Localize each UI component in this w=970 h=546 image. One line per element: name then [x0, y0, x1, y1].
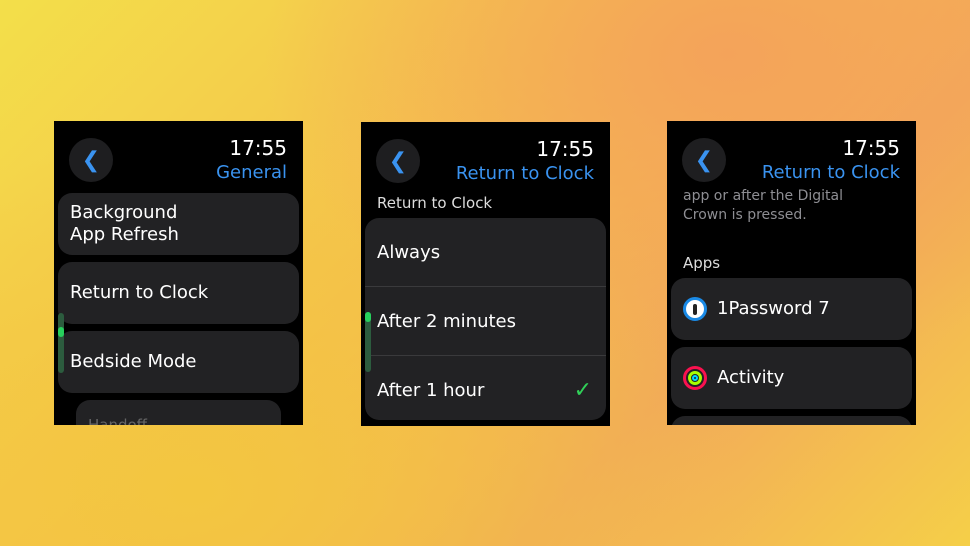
- chevron-left-icon: ❮: [388, 148, 408, 174]
- checkmark-icon: ✓: [573, 378, 592, 403]
- list-item-background-app-refresh[interactable]: Background App Refresh: [58, 193, 299, 255]
- app-item-1password[interactable]: 1Password 7: [671, 278, 912, 340]
- clock-time: 17:55: [536, 137, 594, 161]
- watch-screen-return-to-clock: ❮ 17:55 Return to Clock Return to Clock …: [361, 122, 610, 426]
- app-item-next[interactable]: [671, 416, 912, 425]
- list-item-return-to-clock[interactable]: Return to Clock: [58, 262, 299, 324]
- option-label: After 2 minutes: [377, 310, 516, 332]
- back-button[interactable]: ❮: [376, 139, 420, 183]
- option-after-2-minutes[interactable]: After 2 minutes: [365, 287, 606, 356]
- app-label: Activity: [717, 366, 785, 388]
- watch-screen-general: ❮ 17:55 General Background App Refresh R…: [54, 121, 303, 425]
- back-button[interactable]: ❮: [69, 138, 113, 182]
- option-label: After 1 hour: [377, 380, 485, 401]
- options-list: Always After 2 minutes After 1 hour ✓: [365, 218, 606, 420]
- app-item-activity[interactable]: Activity: [671, 347, 912, 409]
- section-header: Return to Clock: [377, 194, 493, 212]
- scroll-indicator: [58, 313, 64, 373]
- chevron-left-icon: ❮: [81, 147, 101, 173]
- option-after-1-hour[interactable]: After 1 hour ✓: [365, 356, 606, 420]
- activity-rings-icon: [683, 366, 707, 390]
- page-title: General: [216, 162, 287, 183]
- list-item-bedside-mode[interactable]: Bedside Mode: [58, 331, 299, 393]
- section-header: Apps: [683, 254, 721, 272]
- page-title: Return to Clock: [455, 163, 594, 184]
- page-title: Return to Clock: [761, 162, 900, 183]
- 1password-icon: [683, 297, 707, 321]
- back-button[interactable]: ❮: [682, 138, 726, 182]
- description-text: app or after the Digital Crown is presse…: [683, 188, 843, 223]
- list-item-handoff[interactable]: Handoff: [76, 400, 281, 425]
- option-label: Always: [377, 241, 441, 263]
- option-always[interactable]: Always: [365, 218, 606, 287]
- watch-screen-return-to-clock-apps: 17:55 Return to Clock app or after the D…: [667, 121, 916, 425]
- scroll-indicator: [365, 312, 371, 372]
- clock-time: 17:55: [229, 136, 287, 160]
- chevron-left-icon: ❮: [694, 147, 714, 173]
- app-label: 1Password 7: [717, 297, 830, 319]
- clock-time: 17:55: [842, 136, 900, 160]
